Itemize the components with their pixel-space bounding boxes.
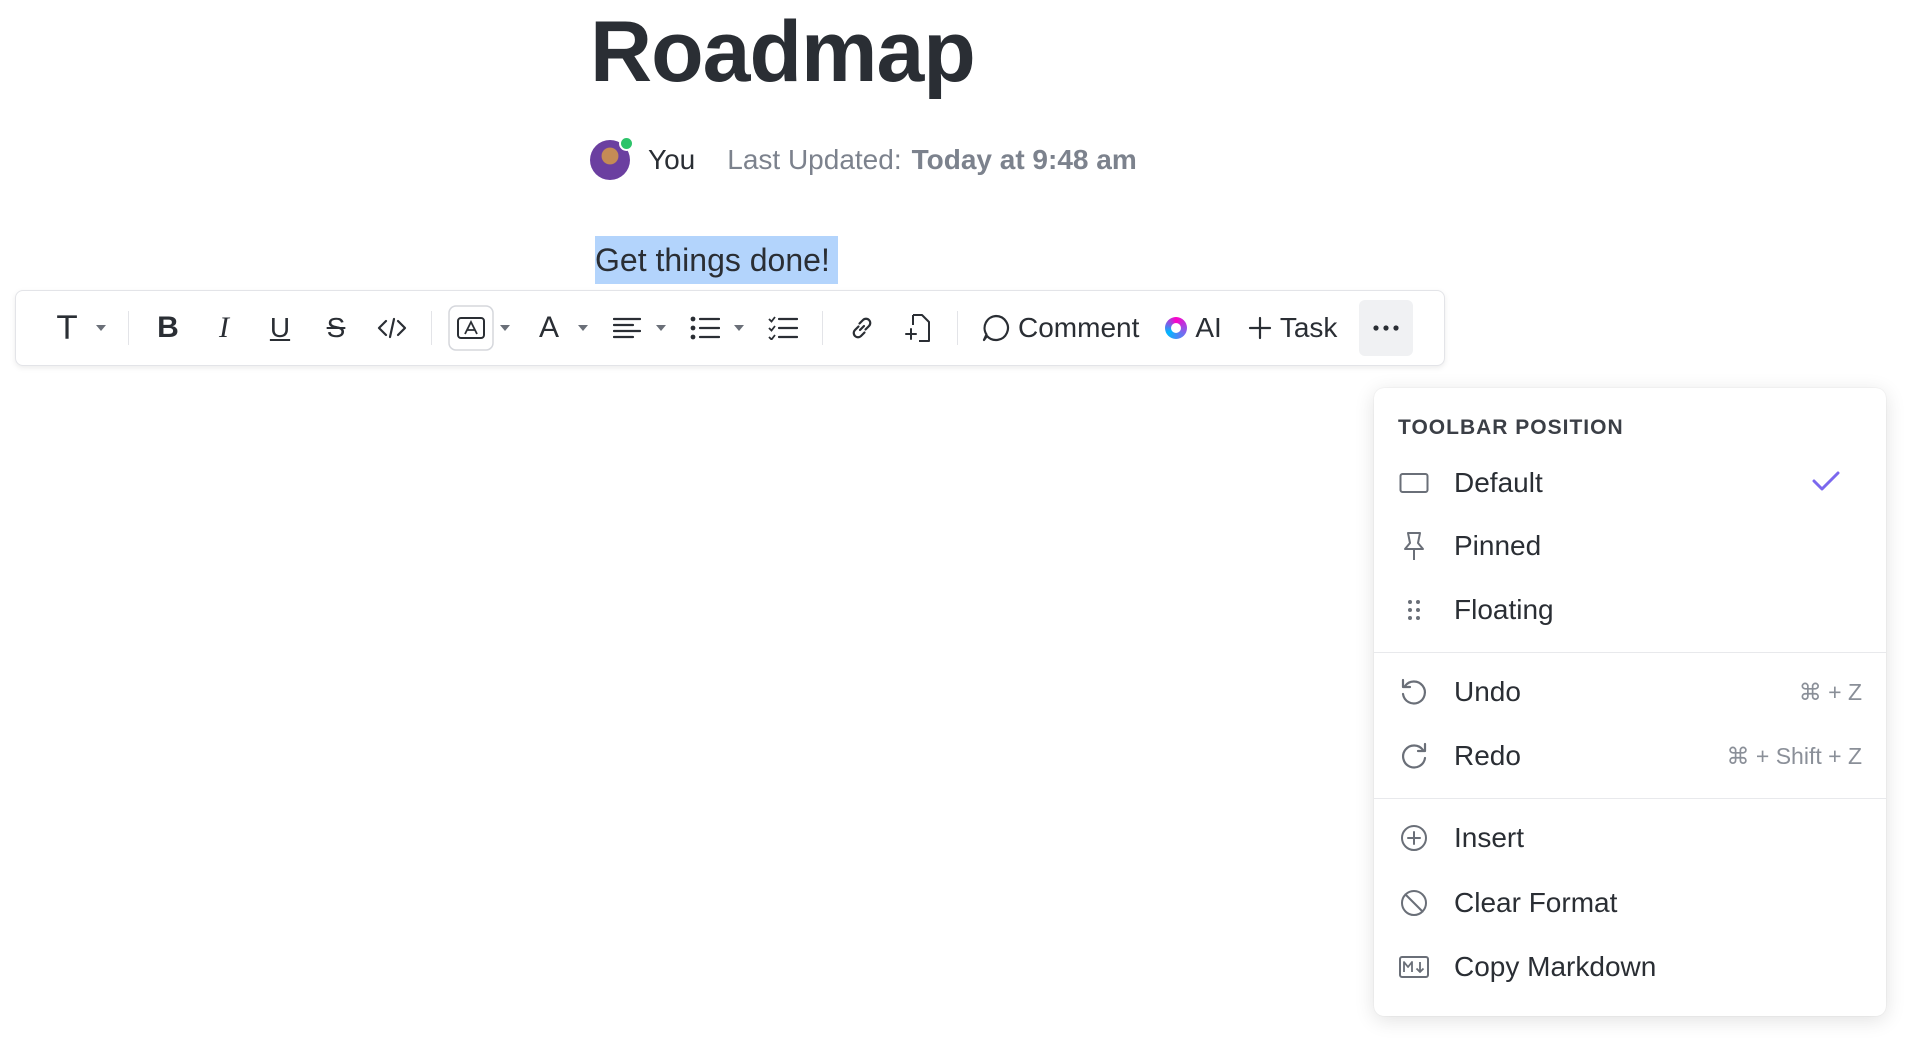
- highlight-dropdown[interactable]: [498, 300, 512, 356]
- undo-icon: [1398, 676, 1430, 708]
- menu-divider: [1374, 652, 1886, 653]
- menu-item-label: Clear Format: [1454, 887, 1618, 918]
- caret-down-icon: [500, 325, 510, 331]
- toolbar-divider: [822, 311, 823, 345]
- more-options-menu: TOOLBAR POSITION Default Pinned Floating…: [1374, 388, 1886, 1016]
- add-page-button[interactable]: [895, 300, 941, 356]
- highlight-button[interactable]: [448, 300, 494, 356]
- bold-button[interactable]: B: [145, 300, 191, 356]
- keyboard-shortcut: ⌘ + Z: [1798, 678, 1862, 705]
- ai-label: AI: [1195, 312, 1222, 343]
- menu-item-label: Undo: [1454, 676, 1521, 707]
- comment-button[interactable]: Comment: [974, 300, 1147, 356]
- author-name[interactable]: You: [648, 144, 695, 176]
- plus-icon: [1248, 316, 1271, 340]
- underline-button[interactable]: U: [257, 300, 303, 356]
- checklist-icon: [768, 316, 798, 340]
- bullet-list-icon: [690, 316, 720, 340]
- menu-item-label: Default: [1454, 467, 1543, 498]
- text-box-icon: [448, 305, 494, 351]
- ai-button[interactable]: AI: [1157, 300, 1229, 356]
- selected-text[interactable]: Get things done!: [595, 236, 838, 284]
- new-page-icon: [905, 314, 930, 342]
- text-style-dropdown[interactable]: [94, 300, 108, 356]
- link-button[interactable]: [839, 300, 885, 356]
- doc-meta: You Last Updated: Today at 9:48 am: [590, 136, 1137, 182]
- align-button[interactable]: [604, 300, 650, 356]
- text-style-icon: T: [57, 309, 77, 347]
- menu-divider: [1374, 798, 1886, 799]
- keyboard-shortcut: ⌘ + Shift + Z: [1726, 742, 1863, 769]
- markdown-icon: [1398, 951, 1430, 983]
- list-dropdown[interactable]: [732, 300, 746, 356]
- toolbar-divider: [957, 311, 958, 345]
- menu-item-label: Redo: [1454, 740, 1521, 771]
- add-task-button[interactable]: Task: [1240, 300, 1346, 356]
- code-icon: [377, 317, 407, 339]
- caret-down-icon: [96, 325, 106, 331]
- menu-item-label: Insert: [1454, 822, 1525, 853]
- menu-item-label: Floating: [1454, 594, 1554, 625]
- menu-item-label: Copy Markdown: [1454, 951, 1657, 982]
- format-toolbar: T B I U S A Comment AI Task: [15, 290, 1445, 366]
- comment-label: Comment: [1018, 312, 1140, 343]
- last-updated-label: Last Updated:: [727, 144, 902, 175]
- font-color-button[interactable]: A: [526, 300, 572, 356]
- page-title[interactable]: Roadmap: [590, 4, 976, 100]
- comment-icon: [982, 314, 1010, 342]
- rectangle-icon: [1398, 467, 1430, 499]
- underline-icon: U: [269, 312, 291, 343]
- ai-icon: [1165, 317, 1188, 339]
- checklist-button[interactable]: [760, 300, 806, 356]
- menu-item-copy-markdown[interactable]: Copy Markdown: [1374, 938, 1886, 996]
- code-button[interactable]: [369, 300, 415, 356]
- italic-icon: I: [219, 311, 229, 344]
- caret-down-icon: [734, 325, 744, 331]
- menu-item-default[interactable]: Default: [1374, 454, 1886, 512]
- task-label: Task: [1279, 312, 1338, 343]
- menu-item-clear-format[interactable]: Clear Format: [1374, 874, 1886, 932]
- menu-item-redo[interactable]: Redo ⌘ + Shift + Z: [1374, 727, 1886, 785]
- bold-icon: B: [157, 311, 179, 344]
- menu-item-floating[interactable]: Floating: [1374, 581, 1886, 639]
- pin-icon: [1398, 530, 1430, 562]
- bullet-list-button[interactable]: [682, 300, 728, 356]
- presence-indicator: [619, 136, 634, 151]
- drag-handle-icon: [1398, 594, 1430, 626]
- font-color-icon: A: [538, 311, 559, 344]
- italic-button[interactable]: I: [201, 300, 247, 356]
- more-options-button[interactable]: [1359, 300, 1414, 356]
- ellipsis-icon: [1373, 325, 1400, 331]
- toolbar-divider: [431, 311, 432, 345]
- plus-circle-icon: [1398, 822, 1430, 854]
- avatar[interactable]: [590, 136, 634, 180]
- align-left-icon: [613, 317, 641, 339]
- menu-item-undo[interactable]: Undo ⌘ + Z: [1374, 663, 1886, 721]
- link-icon: [852, 317, 872, 339]
- strikethrough-button[interactable]: S: [313, 300, 359, 356]
- redo-icon: [1398, 740, 1430, 772]
- align-dropdown[interactable]: [654, 300, 668, 356]
- caret-down-icon: [578, 325, 588, 331]
- menu-section-heading: TOOLBAR POSITION: [1398, 416, 1624, 439]
- prohibit-icon: [1398, 887, 1430, 919]
- toolbar-divider: [128, 311, 129, 345]
- menu-item-pinned[interactable]: Pinned: [1374, 517, 1886, 575]
- strikethrough-icon: S: [326, 312, 346, 343]
- checkmark-icon: [1812, 467, 1840, 499]
- document-page: Roadmap You Last Updated: Today at 9:48 …: [0, 0, 1908, 1044]
- text-style-button[interactable]: T: [44, 300, 90, 356]
- last-updated-value: Today at 9:48 am: [911, 144, 1137, 175]
- menu-item-insert[interactable]: Insert: [1374, 809, 1886, 867]
- menu-item-label: Pinned: [1454, 530, 1542, 561]
- font-color-dropdown[interactable]: [576, 300, 590, 356]
- caret-down-icon: [656, 325, 666, 331]
